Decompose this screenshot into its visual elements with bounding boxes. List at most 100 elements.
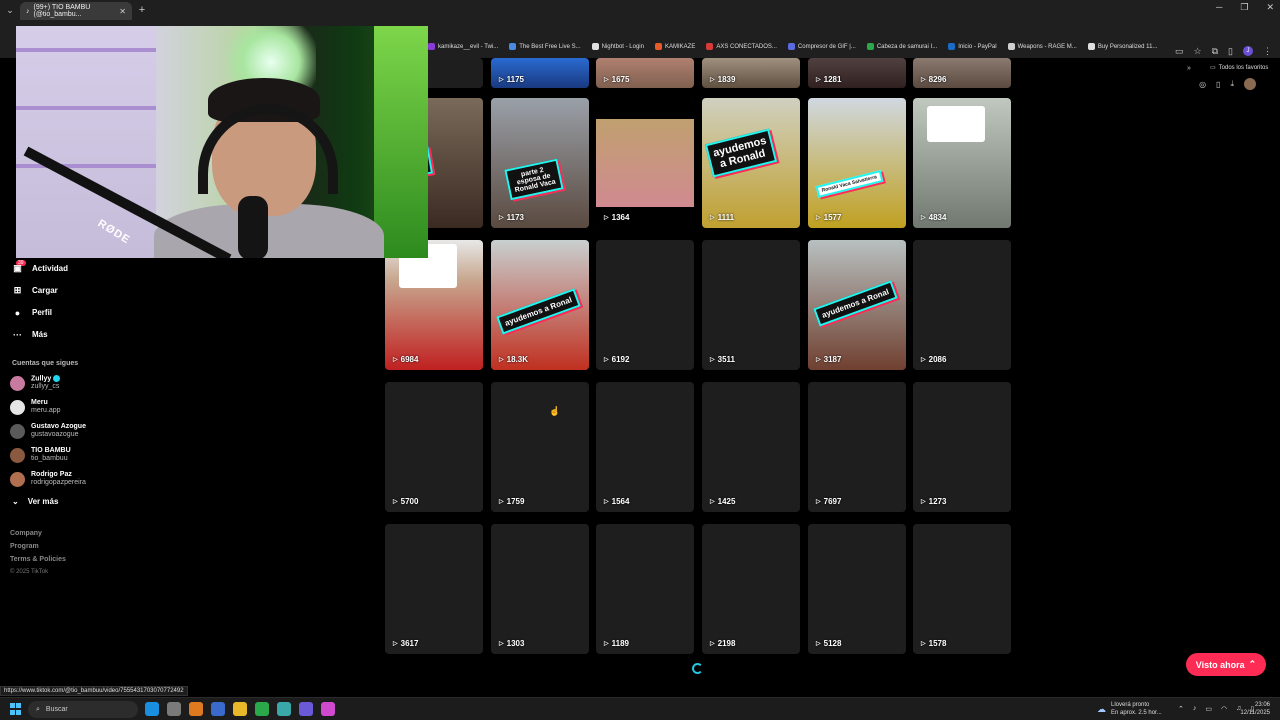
taskbar-search[interactable]: ⌕ Buscar xyxy=(28,701,138,718)
app-icon[interactable] xyxy=(211,702,225,716)
video-grid: ▷1175▷1675▷1839▷1281▷8296a de Ronal fina… xyxy=(385,0,1015,700)
bookmark-label: Buy Personalized 11... xyxy=(1097,43,1158,50)
video-thumbnail[interactable]: ▷ 8296 xyxy=(913,58,1011,88)
video-thumbnail[interactable]: ayudemos a Ronal ▷ 18.3K xyxy=(491,240,589,370)
all-favorites-folder[interactable]: ▭ Todos los favoritos xyxy=(1210,64,1269,72)
video-thumbnail[interactable]: ayudemos a Ronal ▷ 3187 xyxy=(808,240,906,370)
video-thumbnail[interactable]: ▷ 6984 xyxy=(385,240,483,370)
folder-icon[interactable] xyxy=(233,702,247,716)
video-thumbnail[interactable]: ▷ 1175 xyxy=(491,58,589,88)
play-icon: ▷ xyxy=(499,499,504,505)
footer-company-link[interactable]: Company xyxy=(10,530,42,537)
weather-widget[interactable]: ☁ Lloverá pronto En aprox. 2.5 hor... xyxy=(1097,701,1162,717)
webcam-overlay: RØDE xyxy=(16,26,428,258)
video-thumbnail[interactable]: ▷ 1839 xyxy=(702,58,800,88)
nav-more[interactable]: ··· Más xyxy=(12,329,48,340)
video-thumbnail[interactable]: ▷ 5700 xyxy=(385,382,483,512)
video-thumbnail[interactable]: ▷ 1189 xyxy=(596,524,694,654)
video-thumbnail[interactable]: ▷ 1273 xyxy=(913,382,1011,512)
video-thumbnail[interactable]: ▷ 7697 xyxy=(808,382,906,512)
video-thumbnail[interactable]: ▷ 1364 xyxy=(596,98,694,228)
split-icon[interactable]: ▯ xyxy=(1228,46,1233,57)
footer-terms-link[interactable]: Terms & Policies xyxy=(10,556,66,563)
video-thumbnail[interactable]: ▷ 1759 xyxy=(491,382,589,512)
view-count: ▷ 4834 xyxy=(921,213,946,222)
nav-upload[interactable]: ⊞ Cargar xyxy=(12,285,58,296)
following-account[interactable]: Rodrigo Paz rodrigopazpereira xyxy=(10,471,86,487)
view-count-value: 1111 xyxy=(717,213,735,222)
menu-dots-icon[interactable]: ⋮ xyxy=(1263,46,1272,57)
extensions-icon[interactable]: ⧉ xyxy=(1212,46,1218,57)
app-icon[interactable] xyxy=(277,702,291,716)
play-icon: ▷ xyxy=(499,77,504,83)
chrome-icon[interactable] xyxy=(255,702,269,716)
following-account[interactable]: Meru meru.app xyxy=(10,399,61,415)
download-icon[interactable]: ⤓ xyxy=(1230,79,1234,89)
maximize-button[interactable]: ❐ xyxy=(1240,2,1248,13)
app-icon[interactable] xyxy=(167,702,181,716)
video-preview-image xyxy=(596,98,694,228)
taskbar-clock[interactable]: 23:06 12/11/2025 xyxy=(1240,701,1270,717)
bookmark-item[interactable]: Buy Personalized 11... xyxy=(1087,43,1158,50)
view-count: ▷ 1281 xyxy=(816,75,841,84)
see-more-button[interactable]: ⌄ Ver más xyxy=(12,497,58,506)
following-account[interactable]: TIO BAMBU tio_bambuu xyxy=(10,447,71,463)
view-count-value: 3511 xyxy=(717,355,735,364)
play-icon: ▷ xyxy=(816,357,821,363)
all-favorites-label: Todos los favoritos xyxy=(1218,64,1269,71)
bookmark-item[interactable]: Weapons - RAGE M... xyxy=(1007,43,1077,50)
video-thumbnail[interactable]: Ronald Vaca Salvatierra ▷ 1577 xyxy=(808,98,906,228)
microphone xyxy=(238,196,268,258)
play-icon: ▷ xyxy=(604,357,609,363)
video-thumbnail[interactable]: ▷ 1303 xyxy=(491,524,589,654)
wifi-icon[interactable]: ◠ xyxy=(1221,705,1227,713)
video-thumbnail[interactable]: ▷ 1425 xyxy=(702,382,800,512)
browser-tab-active[interactable]: ♪ (99+) TIO BAMBU (@tio_bambu... ✕ xyxy=(20,2,132,20)
close-icon[interactable]: ✕ xyxy=(119,7,126,16)
video-thumbnail[interactable]: ▷ 1675 xyxy=(596,58,694,88)
nav-profile[interactable]: ● Perfil xyxy=(12,307,52,318)
view-count-value: 6192 xyxy=(611,355,630,364)
app-icon[interactable] xyxy=(299,702,313,716)
video-thumbnail[interactable]: ▷ 2198 xyxy=(702,524,800,654)
compass-icon[interactable]: ◎ xyxy=(1199,80,1206,89)
video-thumbnail[interactable]: ▷ 5128 xyxy=(808,524,906,654)
new-tab-button[interactable]: + xyxy=(132,4,152,16)
user-avatar[interactable] xyxy=(1244,78,1256,90)
video-thumbnail[interactable]: parte 2 esposa de Ronald Vaca ▷ 1173 xyxy=(491,98,589,228)
phone-icon[interactable]: ▯ xyxy=(1216,80,1220,89)
edge-icon[interactable] xyxy=(145,702,159,716)
nav-activity[interactable]: ▣ Actividad xyxy=(12,263,68,274)
minimize-button[interactable]: ─ xyxy=(1216,2,1222,13)
view-count: ▷ 3187 xyxy=(816,355,841,364)
video-thumbnail[interactable]: ayudemos a Ronald ▷ 1111 xyxy=(702,98,800,228)
video-thumbnail[interactable]: ▷ 6192 xyxy=(596,240,694,370)
video-thumbnail[interactable]: ▷ 1281 xyxy=(808,58,906,88)
watch-now-button[interactable]: Visto ahora ⌃ xyxy=(1186,653,1266,676)
mic-icon[interactable]: ♪ xyxy=(1193,705,1197,713)
network-icon[interactable]: ▭ xyxy=(1205,705,1212,713)
view-count-value: 1303 xyxy=(506,639,525,648)
play-icon: ▷ xyxy=(499,357,504,363)
cast-icon[interactable]: ▭ xyxy=(1175,46,1184,57)
following-account[interactable]: Zullyy zullyy_cs xyxy=(10,375,61,391)
video-thumbnail[interactable]: ▷ 1578 xyxy=(913,524,1011,654)
chevron-more-icon[interactable]: » xyxy=(1187,65,1191,72)
app-icon[interactable] xyxy=(321,702,335,716)
video-thumbnail[interactable]: ▷ 2086 xyxy=(913,240,1011,370)
star-icon[interactable]: ☆ xyxy=(1194,46,1202,57)
video-thumbnail[interactable]: ▷ 1564 xyxy=(596,382,694,512)
play-icon: ▷ xyxy=(921,641,926,647)
chevron-up-icon[interactable]: ⌃ xyxy=(1178,705,1184,713)
video-thumbnail[interactable]: ▷ 4834 xyxy=(913,98,1011,228)
close-window-button[interactable]: ✕ xyxy=(1266,2,1274,13)
windows-start-icon[interactable] xyxy=(10,703,22,715)
tab-search-icon[interactable]: ⌄ xyxy=(0,0,20,20)
play-icon: ▷ xyxy=(604,641,609,647)
app-icon[interactable] xyxy=(189,702,203,716)
following-account[interactable]: Gustavo Azogue gustavoazogue xyxy=(10,423,86,439)
footer-program-link[interactable]: Program xyxy=(10,543,39,550)
video-thumbnail[interactable]: ▷ 3511 xyxy=(702,240,800,370)
video-thumbnail[interactable]: ▷ 3617 xyxy=(385,524,483,654)
profile-avatar[interactable]: J xyxy=(1243,46,1253,56)
